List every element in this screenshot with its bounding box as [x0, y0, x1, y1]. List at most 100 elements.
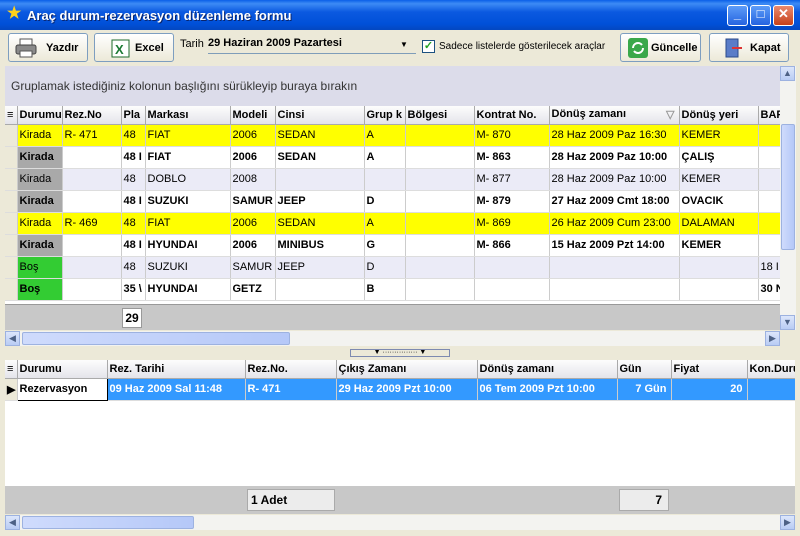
cell[interactable]: MINIBUS	[275, 234, 365, 257]
cell[interactable]	[405, 124, 475, 147]
cell[interactable]	[758, 190, 780, 213]
cell[interactable]: JEEP	[275, 256, 365, 279]
table-row[interactable]: Kirada 48 I FIAT 2006 SEDAN A M- 863 28 Haz 200…	[5, 146, 780, 169]
cell[interactable]: R- 471	[245, 378, 337, 401]
col-header[interactable]: Grup k	[364, 106, 406, 125]
cell[interactable]: 29 Haz 2009 Pzt 10:00	[336, 378, 478, 401]
refresh-button[interactable]: Güncelle	[620, 33, 701, 62]
table-row[interactable]: Boş 48 SUZUKI SAMUR JEEP D 18 I	[5, 256, 780, 279]
cell[interactable]: 26 Haz 2009 Cum 23:00	[549, 212, 680, 235]
cell[interactable]: Kirada	[17, 190, 63, 213]
column-chooser-icon[interactable]: ≡	[5, 106, 18, 125]
scroll-right-icon[interactable]: ▶	[765, 331, 780, 346]
table-row[interactable]: Kirada R- 469 48 FIAT 2006 SEDAN A M- 869 26 Haz…	[5, 212, 780, 235]
cell[interactable]: 18 I	[758, 256, 780, 279]
minimize-button[interactable]: _	[727, 5, 748, 26]
cell[interactable]: Kirada	[17, 212, 63, 235]
chevron-down-icon[interactable]: ▼	[400, 40, 408, 49]
cell[interactable]: 2008	[230, 168, 276, 191]
cell[interactable]	[405, 168, 475, 191]
cell[interactable]	[758, 124, 780, 147]
cell[interactable]: 7 Gün	[617, 378, 672, 401]
cell[interactable]: DOBLO	[145, 168, 231, 191]
col-header[interactable]: Kontrat No.	[474, 106, 550, 125]
cell[interactable]: 30 N	[758, 278, 780, 301]
cell[interactable]: Kirada	[17, 124, 63, 147]
cell[interactable]: SUZUKI	[145, 256, 231, 279]
col-header[interactable]: BAF	[758, 106, 780, 125]
col-header[interactable]: Durumu	[17, 106, 63, 125]
cell[interactable]: R- 469	[62, 212, 122, 235]
cell[interactable]	[474, 278, 550, 301]
column-chooser-icon[interactable]: ≡	[5, 360, 18, 379]
cell[interactable]	[405, 212, 475, 235]
cell[interactable]	[62, 190, 122, 213]
cell[interactable]: 48 I	[121, 146, 146, 169]
cell[interactable]: SEDAN	[275, 212, 365, 235]
cell[interactable]	[758, 212, 780, 235]
cell[interactable]: GETZ	[230, 278, 276, 301]
cell[interactable]: 28 Haz 2009 Paz 10:00	[549, 168, 680, 191]
grid2-horizontal-scrollbar[interactable]: ◀ ▶	[5, 515, 795, 530]
col-header[interactable]: Dönüş zamanı ▽	[549, 106, 680, 125]
col-header[interactable]: Rez. Tarihi	[107, 360, 246, 379]
cell[interactable]: SAMUR	[230, 256, 276, 279]
col-header[interactable]: Dönüş yeri	[679, 106, 759, 125]
cell[interactable]: ÇALIŞ	[679, 146, 759, 169]
cell[interactable]: B	[364, 278, 406, 301]
table-row[interactable]: Boş 35 \HYUNDAIGETZ B 30 N	[5, 278, 780, 301]
col-header[interactable]: Markası	[145, 106, 231, 125]
cell[interactable]: R- 471	[62, 124, 122, 147]
cell[interactable]: D	[364, 190, 406, 213]
cell[interactable]: D	[364, 256, 406, 279]
cell[interactable]: SEDAN	[275, 146, 365, 169]
col-header[interactable]: Modeli	[230, 106, 276, 125]
cell[interactable]: M- 863	[474, 146, 550, 169]
cell[interactable]	[679, 256, 759, 279]
cell[interactable]	[275, 278, 365, 301]
cell[interactable]	[62, 256, 122, 279]
maximize-button[interactable]: □	[750, 5, 771, 26]
cell[interactable]	[758, 146, 780, 169]
cell[interactable]: FIAT	[145, 212, 231, 235]
cell[interactable]: 48	[121, 168, 146, 191]
cell[interactable]: KEMER	[679, 124, 759, 147]
cell[interactable]	[758, 234, 780, 257]
cell[interactable]: Kirada	[17, 234, 63, 257]
cell[interactable]	[549, 256, 680, 279]
cell[interactable]	[62, 146, 122, 169]
filter-checkbox[interactable]: ✓	[422, 40, 435, 53]
date-field[interactable]: Tarih 29 Haziran 2009 Pazartesi ▼	[180, 37, 416, 54]
scroll-down-icon[interactable]: ▼	[780, 315, 795, 330]
cell[interactable]: M- 869	[474, 212, 550, 235]
scroll-left-icon[interactable]: ◀	[5, 331, 20, 346]
col-header[interactable]: Gün	[617, 360, 672, 379]
cell[interactable]	[474, 256, 550, 279]
table-row[interactable]: Kirada 48 I SUZUKI SAMUR JEEP D M- 879 27 Haz 2…	[5, 190, 780, 213]
close-window-button[interactable]: ✕	[773, 5, 794, 26]
scroll-thumb[interactable]	[781, 124, 795, 250]
cell[interactable]: 27 Haz 2009 Cmt 18:00	[549, 190, 680, 213]
excel-button[interactable]: X Excel	[94, 33, 174, 62]
cell[interactable]: 48	[121, 212, 146, 235]
cell[interactable]: A	[364, 146, 406, 169]
col-header[interactable]: Bölgesi	[405, 106, 475, 125]
cell[interactable]: Boş	[17, 256, 63, 279]
table-row[interactable]: Kirada 48 I HYUNDAI 2006 MINIBUS G M- 866 15 Ha…	[5, 234, 780, 257]
cell[interactable]	[62, 168, 122, 191]
cell[interactable]: 09 Haz 2009 Sal 11:48	[107, 378, 246, 401]
cell[interactable]: HYUNDAI	[145, 278, 231, 301]
col-header[interactable]: Rez.No.	[245, 360, 337, 379]
cell[interactable]: Kirada	[17, 168, 63, 191]
cell[interactable]	[364, 168, 406, 191]
col-header[interactable]: Fiyat	[671, 360, 748, 379]
cell[interactable]	[549, 278, 680, 301]
cell[interactable]: 20	[671, 378, 748, 401]
cell[interactable]: FIAT	[145, 146, 231, 169]
cell[interactable]: 35 \	[121, 278, 146, 301]
table-row[interactable]: ▶ Rezervasyon 09 Haz 2009 Sal 11:48 R- 4…	[5, 377, 795, 401]
col-header[interactable]: Durumu	[17, 360, 108, 379]
col-header[interactable]: Dönüş zamanı	[477, 360, 618, 379]
cell[interactable]: Kirada	[17, 146, 63, 169]
scroll-thumb[interactable]	[22, 516, 194, 529]
